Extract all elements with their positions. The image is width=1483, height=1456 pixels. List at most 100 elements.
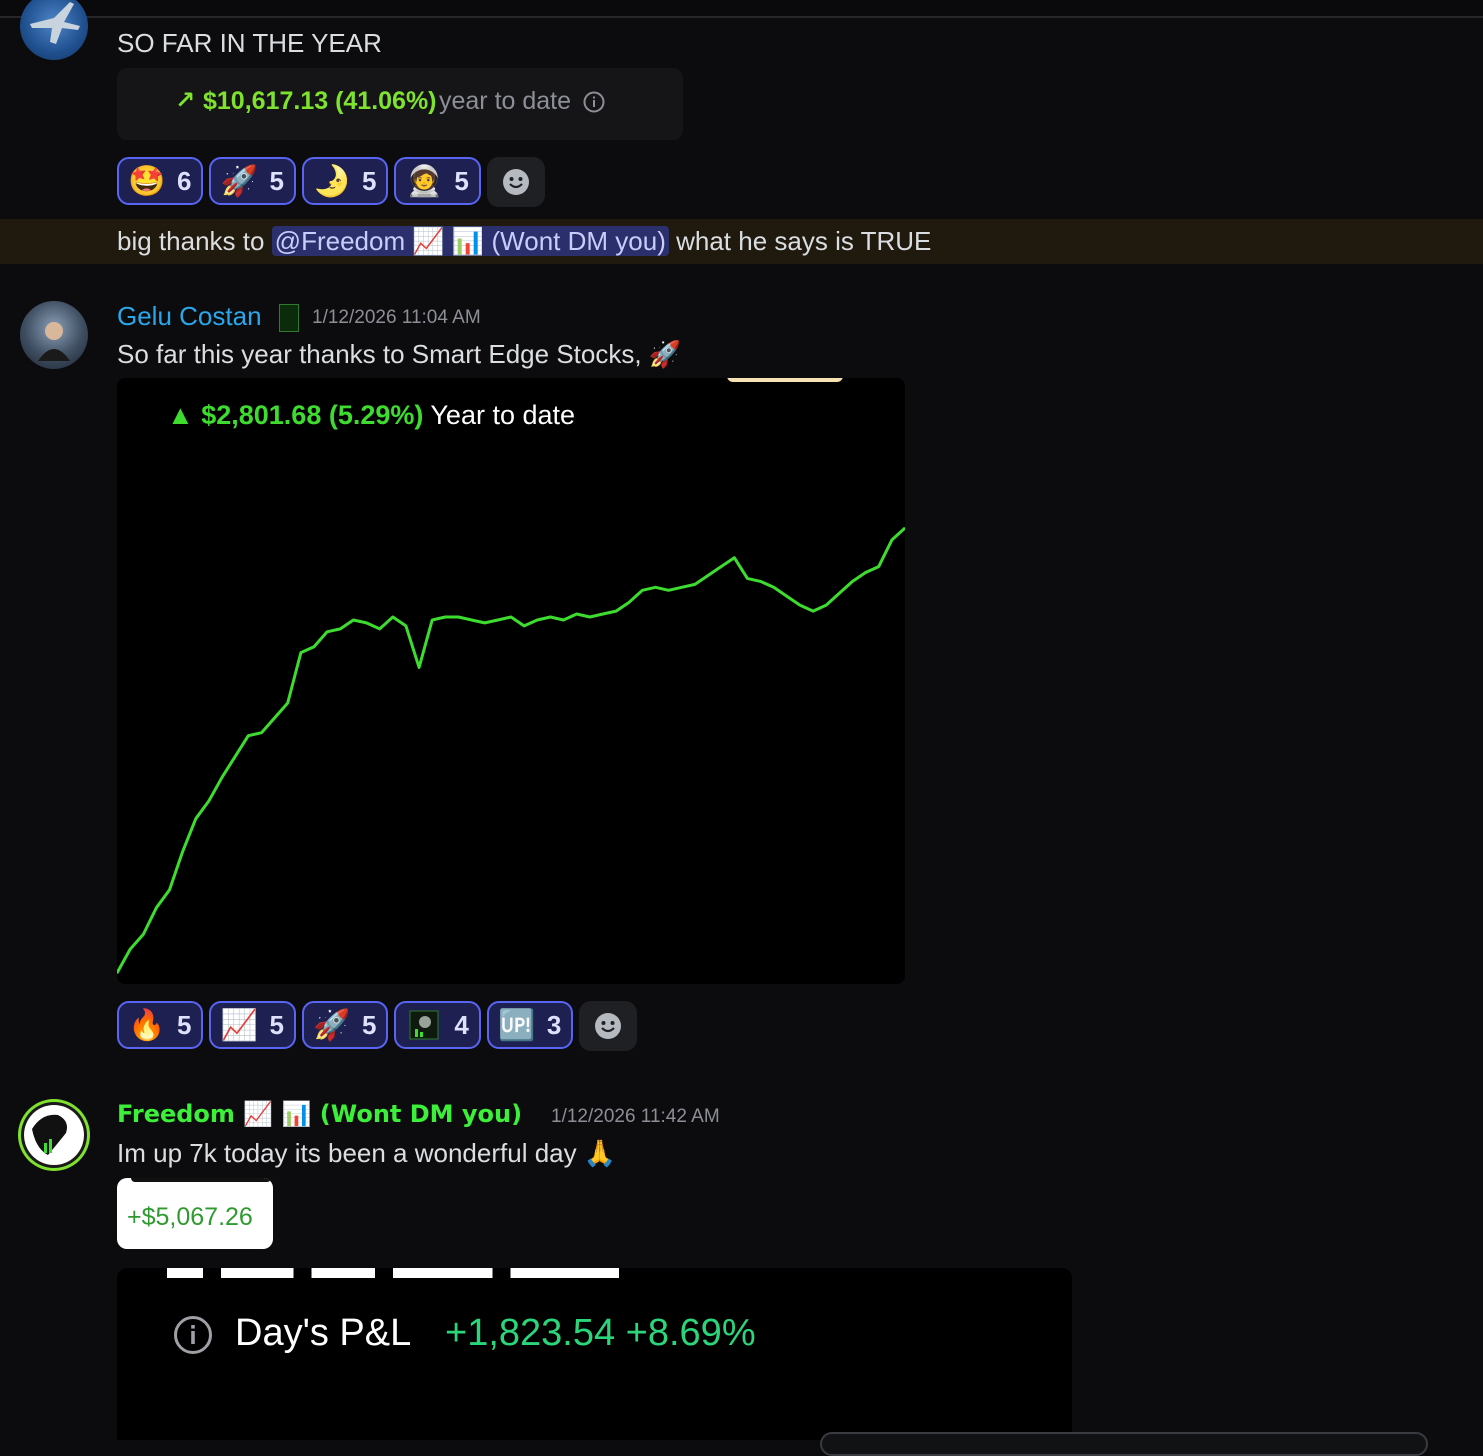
pnl-value: +1,823.54 +8.69% [445, 1312, 756, 1354]
user-avatar-gelu[interactable] [20, 301, 88, 369]
data-point [431, 619, 434, 621]
data-point [247, 734, 250, 737]
smiley-icon [502, 169, 529, 195]
reaction-server-emoji[interactable]: 4 [394, 1001, 481, 1049]
data-point [405, 625, 407, 627]
reaction-count: 5 [454, 165, 469, 196]
user-avatar-freedom[interactable] [18, 1099, 90, 1171]
rocket-icon: 🚀 [313, 1008, 351, 1042]
add-reaction-button[interactable] [486, 157, 545, 207]
data-point [602, 613, 604, 615]
data-point [392, 616, 394, 618]
pnl-card-image[interactable]: +$5,067.26 [117, 1178, 273, 1249]
data-point [891, 539, 893, 541]
data-point [694, 583, 696, 586]
data-point [142, 933, 145, 936]
info-icon[interactable] [583, 91, 605, 113]
message-text: So far this year thanks to Smart Edge St… [117, 339, 682, 369]
reaction-rocket[interactable]: 🚀 5 [301, 1001, 389, 1049]
message-text: Im up 7k today its been a wonderful day … [117, 1138, 617, 1168]
data-point [628, 601, 630, 603]
data-point [155, 906, 158, 909]
data-point [326, 631, 328, 633]
series-line [117, 526, 905, 974]
data-point [457, 616, 460, 618]
data-point [221, 776, 223, 778]
user-avatar-jet[interactable] [20, 0, 88, 60]
data-point [562, 619, 565, 621]
reaction-fire[interactable]: 🔥 5 [117, 1001, 204, 1049]
reaction-star-struck[interactable]: 🤩 6 [117, 157, 204, 205]
moon-icon: 🌛 [313, 164, 351, 198]
info-icon[interactable] [173, 1315, 213, 1355]
arrow-up-right-icon: ↗ [175, 87, 196, 114]
data-point [168, 889, 171, 891]
data-point [444, 616, 447, 618]
data-point [641, 589, 644, 592]
message-text-prefix: big thanks to [117, 226, 265, 256]
data-point [339, 628, 342, 630]
ytd-amount: $10,617.13 (41.06%) [203, 87, 437, 115]
ytd-chart-image[interactable]: ▲ $2,801.68 (5.29%) Year to date [117, 378, 905, 984]
reaction-count: 3 [546, 1009, 562, 1040]
data-point [352, 619, 355, 621]
author-name[interactable]: Gelu Costan [117, 301, 262, 332]
data-point [759, 580, 762, 583]
reaction-astronaut[interactable]: 🧑‍🚀 5 [394, 157, 481, 205]
data-point [746, 577, 749, 580]
data-point [575, 613, 578, 615]
up-button-icon: 🆙 [498, 1008, 536, 1042]
message-text-thanks: big thanks to @Freedom 📈 📊 (Wont DM you)… [117, 226, 931, 257]
reaction-count: 5 [269, 165, 284, 196]
cropped-balance-digits [167, 1268, 619, 1278]
message-timestamp: 1/12/2026 11:04 AM [312, 307, 481, 328]
data-point [286, 702, 289, 704]
data-point [497, 619, 499, 621]
jet-icon [30, 2, 80, 44]
add-reaction-button[interactable] [579, 1001, 638, 1051]
server-emoji-icon [406, 1007, 442, 1043]
card-value: +$5,067.26 [127, 1203, 253, 1231]
data-point [470, 619, 473, 621]
ytd-embed: ↗ $10,617.13 (41.06%) year to date [117, 68, 683, 140]
astronaut-icon: 🧑‍🚀 [405, 164, 444, 198]
data-point [877, 565, 880, 568]
pnl-label: Day's P&L [235, 1312, 412, 1354]
pnl-screenshot-image[interactable]: Day's P&L +1,823.54 +8.69% [117, 1268, 1072, 1440]
globe-logo-icon [24, 1105, 84, 1165]
data-point [208, 800, 210, 802]
reaction-count: 5 [361, 1009, 377, 1040]
reaction-count: 5 [361, 165, 377, 196]
data-point [667, 589, 670, 592]
data-point [707, 574, 709, 577]
reaction-count: 5 [269, 1009, 284, 1040]
line-chart [117, 526, 905, 974]
data-point [365, 622, 368, 624]
data-point [378, 628, 381, 630]
data-point [589, 616, 591, 618]
smiley-icon [595, 1013, 622, 1039]
reaction-up[interactable]: 🆙 3 [486, 1001, 574, 1049]
reaction-count: 5 [177, 1009, 192, 1040]
card-cropped-top [131, 1178, 271, 1182]
data-point [418, 666, 420, 669]
author-name[interactable]: Freedom 📈 📊 (Wont DM you) [117, 1100, 522, 1128]
data-point [195, 817, 197, 820]
data-point [510, 616, 512, 618]
user-mention[interactable]: @Freedom 📈 📊 (Wont DM you) [271, 226, 669, 256]
data-point [300, 651, 302, 654]
person-photo-icon [38, 322, 70, 361]
reaction-moon[interactable]: 🌛 5 [301, 157, 389, 205]
reaction-bar: 🔥 5 📈 5 🚀 5 4 🆙 3 [117, 1001, 638, 1051]
data-point [549, 616, 552, 618]
data-point [129, 948, 131, 951]
reaction-rocket[interactable]: 🚀 5 [209, 157, 296, 205]
message-text: SO FAR IN THE YEAR [117, 28, 382, 58]
reaction-chart-up[interactable]: 📈 5 [209, 1001, 296, 1049]
data-point [260, 731, 263, 734]
star-struck-icon: 🤩 [128, 164, 166, 198]
reaction-count: 6 [177, 165, 192, 196]
fire-icon: 🔥 [128, 1008, 166, 1042]
reaction-count: 4 [454, 1009, 469, 1040]
data-point [851, 580, 854, 583]
